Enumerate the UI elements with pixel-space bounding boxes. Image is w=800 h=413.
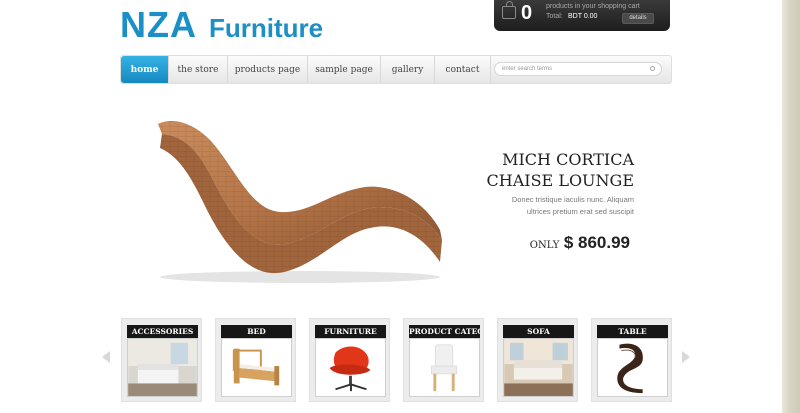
hero-desc-line2: ultrices pretium erat sed suscipit [526, 207, 634, 216]
nav-the-store[interactable]: the store [169, 56, 228, 83]
price-prefix: ONLY [529, 240, 560, 251]
carousel-prev-arrow-icon[interactable] [102, 351, 110, 363]
hero-title-line1: MICH CORTICA [502, 150, 634, 169]
category-label: PRODUCT CATEGORY [409, 325, 480, 338]
shopping-bag-icon [502, 1, 516, 19]
price-value: $ 860.99 [563, 233, 630, 252]
nav-products-page[interactable]: products page [228, 56, 308, 83]
category-label: BED [221, 325, 292, 338]
accessories-thumbnail [127, 338, 198, 397]
furniture-thumbnail [315, 338, 386, 397]
category-label: FURNITURE [315, 325, 386, 338]
cart-total-value: BDT 0.00 [568, 13, 598, 20]
category-label: TABLE [597, 325, 668, 338]
category-card-furniture[interactable]: FURNITURE [309, 318, 390, 402]
table-thumbnail [597, 338, 668, 397]
cart-description: products in your shopping cart [546, 3, 640, 10]
category-card-accessories[interactable]: ACCESSORIES [121, 318, 202, 402]
logo-nza: NZA [120, 4, 197, 45]
hero-price: ONLY $ 860.99 [470, 233, 630, 253]
category-card-sofa[interactable]: SOFA [497, 318, 578, 402]
category-card-bed[interactable]: BED [215, 318, 296, 402]
product-category-thumbnail [409, 338, 480, 397]
category-card-product-category[interactable]: PRODUCT CATEGORY [403, 318, 484, 402]
search-icon[interactable] [650, 66, 655, 71]
logo-furniture: Furniture [209, 13, 324, 43]
category-card-table[interactable]: TABLE [591, 318, 672, 402]
nav-contact[interactable]: contact [435, 56, 491, 83]
category-label: SOFA [503, 325, 574, 338]
nav-sample-page[interactable]: sample page [308, 56, 381, 83]
search-placeholder: enter search terms [502, 66, 553, 72]
hero-desc-line1: Donec tristique iaculis nunc. Aliquam [511, 195, 634, 204]
hero-description: Donec tristique iaculis nunc. Aliquam ul… [470, 194, 634, 218]
cart-total-label: Total: [546, 13, 563, 20]
nav-home[interactable]: home [121, 56, 169, 83]
hero-product-title: MICH CORTICA CHAISE LOUNGE [470, 149, 634, 191]
hero-title-line2: CHAISE LOUNGE [486, 171, 634, 190]
shopping-cart-widget[interactable]: 0 products in your shopping cart Total: … [494, 0, 670, 31]
nav-gallery[interactable]: gallery [381, 56, 435, 83]
sofa-thumbnail [503, 338, 574, 397]
carousel-next-arrow-icon[interactable] [682, 351, 690, 363]
category-label: ACCESSORIES [127, 325, 198, 338]
site-logo[interactable]: NZA Furniture [120, 4, 324, 45]
page-side-strip [782, 0, 800, 413]
search-input[interactable]: enter search terms [494, 62, 662, 76]
cart-details-button[interactable]: details [622, 13, 654, 24]
bed-thumbnail [221, 338, 292, 397]
cart-count: 0 [521, 2, 533, 24]
chaise-lounge-image [158, 121, 442, 283]
